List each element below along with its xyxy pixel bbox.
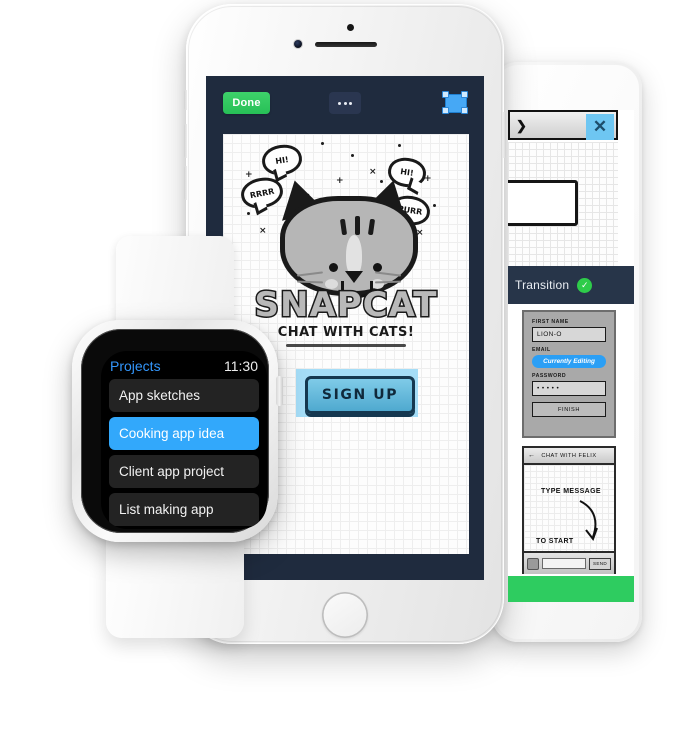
- password-field[interactable]: • • • • •: [532, 381, 606, 396]
- close-icon[interactable]: ✕: [586, 114, 614, 140]
- list-item[interactable]: Client app project: [109, 455, 259, 488]
- send-button[interactable]: SEND: [589, 557, 611, 570]
- list-item[interactable]: List making app: [109, 493, 259, 526]
- chat-input-bar: SEND: [524, 551, 614, 574]
- transition-bar[interactable]: Transition ✓: [508, 266, 634, 304]
- selection-handles-icon[interactable]: [442, 90, 468, 116]
- back-arrow-icon[interactable]: ←: [528, 452, 536, 459]
- first-name-label: FIRST NAME: [532, 319, 569, 325]
- signup-button[interactable]: SIGN UP: [305, 376, 415, 414]
- tagline-underline: [286, 344, 406, 347]
- done-button[interactable]: Done: [223, 92, 270, 114]
- sparkle-icon: +: [245, 170, 253, 180]
- dot-icon: [247, 212, 250, 215]
- right-device-screen: ❯ ✕ Transition ✓ FIRST NAME LION-O EMAIL…: [508, 110, 634, 602]
- front-camera-icon: [294, 40, 302, 48]
- watch-header: Projects 11:30: [101, 355, 267, 377]
- watch-title: Projects: [110, 358, 161, 374]
- watch-clock: 11:30: [224, 358, 258, 374]
- currently-editing-badge: Currently Editing: [532, 355, 606, 368]
- chat-hint-line1: TYPE MESSAGE: [540, 488, 602, 495]
- password-label: PASSWORD: [532, 373, 567, 379]
- dot-icon: [398, 144, 401, 147]
- back-arrow-icon[interactable]: ❯: [516, 118, 527, 134]
- finish-button[interactable]: FINISH: [532, 402, 606, 417]
- volume-down-button[interactable]: [184, 166, 187, 200]
- power-button[interactable]: [503, 112, 506, 158]
- list-item[interactable]: App sketches: [109, 379, 259, 412]
- right-device-canvas: [508, 142, 618, 266]
- message-input[interactable]: [542, 558, 586, 569]
- silent-switch[interactable]: [184, 90, 187, 110]
- ellipsis-icon[interactable]: [329, 92, 361, 114]
- email-label: EMAIL: [532, 347, 551, 353]
- smartwatch: Projects 11:30 App sketches Cooking app …: [62, 236, 288, 638]
- watch-project-list: App sketches Cooking app idea Client app…: [109, 379, 259, 529]
- dot-icon: [433, 204, 436, 207]
- right-device-toolbar: ❯ ✕: [508, 110, 618, 140]
- chat-hint-line2: TO START: [536, 538, 574, 545]
- speech-bubble: HI!: [259, 142, 305, 178]
- check-circle-icon: ✓: [577, 277, 593, 293]
- chat-header-title: CHAT WITH FELIX: [541, 452, 597, 459]
- volume-up-button[interactable]: [184, 124, 187, 158]
- dot-icon: [321, 142, 324, 145]
- earpiece-speaker-icon: [315, 42, 377, 47]
- chat-hint: TYPE MESSAGE TO START: [534, 487, 608, 547]
- curved-arrow-icon: [579, 500, 598, 542]
- signup-button-label: SIGN UP: [321, 387, 399, 403]
- sketch-rectangle[interactable]: [508, 180, 578, 226]
- home-button-icon[interactable]: [322, 592, 368, 638]
- list-item[interactable]: Cooking app idea: [109, 417, 259, 450]
- sparkle-icon: ×: [259, 226, 267, 236]
- chat-header: ← CHAT WITH FELIX: [524, 448, 614, 465]
- proximity-sensor-icon: [347, 24, 354, 31]
- camera-icon[interactable]: [527, 557, 539, 570]
- watch-case: Projects 11:30 App sketches Cooking app …: [72, 320, 283, 542]
- scene-stage: ❯ ✕ Transition ✓ FIRST NAME LION-O EMAIL…: [0, 0, 700, 744]
- right-device-body: ❯ ✕ Transition ✓ FIRST NAME LION-O EMAIL…: [492, 62, 642, 642]
- watch-bezel: Projects 11:30 App sketches Cooking app …: [81, 329, 269, 533]
- digital-crown-icon[interactable]: [276, 376, 283, 406]
- right-device-footer-bar: [508, 576, 634, 602]
- dot-icon: [351, 154, 354, 157]
- cat-head-icon: [273, 175, 418, 298]
- signup-form-preview: FIRST NAME LION-O EMAIL Currently Editin…: [522, 310, 616, 438]
- chat-body: TYPE MESSAGE TO START: [524, 465, 614, 551]
- chat-screen-preview: ← CHAT WITH FELIX TYPE MESSAGE TO START: [522, 446, 616, 574]
- app-toolbar: Done: [206, 76, 484, 136]
- first-name-field[interactable]: LION-O: [532, 327, 606, 342]
- watch-screen: Projects 11:30 App sketches Cooking app …: [101, 351, 267, 529]
- transition-label: Transition: [515, 278, 570, 292]
